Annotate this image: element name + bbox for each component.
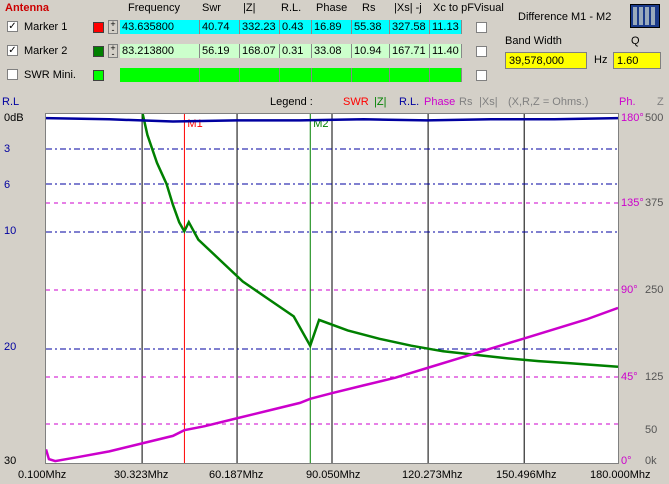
marker-2-frequency: 83.213800	[120, 44, 200, 58]
swr-mini-xc	[430, 68, 462, 82]
marker-1-color-swatch[interactable]	[93, 22, 104, 33]
marker-2-checkbox[interactable]: ✓	[7, 45, 18, 56]
marker-2-spinner[interactable]: + -	[108, 44, 118, 59]
col-z: |Z|	[243, 2, 256, 14]
marker-2-swr: 56.19	[200, 44, 240, 58]
q-field[interactable]: 1.60	[613, 52, 661, 69]
col-rs: Rs	[362, 2, 376, 14]
marker-1-xc: 11.13	[430, 20, 462, 34]
z-tick-375: 375	[645, 197, 664, 209]
rl-tick-4: 20	[4, 341, 17, 353]
marker-1-label: Marker 1	[24, 21, 68, 33]
marker-2-rs: 10.94	[352, 44, 390, 58]
legend-units: (X,R,Z = Ohms.)	[508, 96, 589, 108]
marker-1-xs: 327.58	[390, 20, 430, 34]
x-tick-0: 0.100Mhz	[18, 469, 67, 481]
swr-mini-label: SWR Mini.	[24, 69, 76, 81]
series-rl-line	[46, 116, 618, 123]
x-tick-4: 120.273Mhz	[402, 469, 463, 481]
difference-title: Difference M1 - M2	[518, 11, 612, 23]
z-tick-125: 125	[645, 371, 664, 383]
marker-1-rs: 55.38	[352, 20, 390, 34]
hz-label: Hz	[594, 54, 608, 66]
swr-mini-visual-checkbox[interactable]	[476, 70, 487, 81]
x-tick-3: 90.050Mhz	[306, 469, 361, 481]
col-xc: Xc to pF	[433, 2, 474, 14]
z-tick-50: 50	[645, 424, 658, 436]
rl-tick-5: 30	[4, 455, 17, 467]
q-label: Q	[631, 35, 640, 47]
swr-mini-phase	[312, 68, 352, 82]
col-phase: Phase	[316, 2, 348, 14]
swr-mini-checkbox[interactable]	[7, 69, 18, 80]
marker-1-spinner[interactable]: + -	[108, 20, 118, 35]
marker-1-rl: 0.43	[280, 20, 312, 34]
legend-swr: SWR	[343, 96, 369, 108]
legend-phase: Phase	[424, 96, 456, 108]
phase-tick-0: 0°	[621, 455, 632, 467]
marker-1-frequency: 43.635800	[120, 20, 200, 34]
rl-tick-3: 10	[4, 225, 17, 237]
marker-2-xc: 11.40	[430, 44, 462, 58]
marker-2-label: Marker 2	[24, 45, 68, 57]
rl-axis-title: R.L	[2, 96, 20, 108]
chart-area: M1 M2	[45, 113, 619, 464]
marker-1-checkbox[interactable]: ✓	[7, 21, 18, 32]
x-tick-2: 60.187Mhz	[209, 469, 264, 481]
legend-label: Legend :	[270, 96, 313, 108]
phase-tick-180: 180°	[621, 112, 644, 124]
x-tick-5: 150.496Mhz	[496, 469, 557, 481]
legend-rs: Rs	[459, 96, 473, 108]
rl-tick-1: 3	[4, 143, 11, 155]
swr-mini-color-swatch[interactable]	[93, 70, 104, 81]
chart-svg: M1 M2	[46, 114, 618, 463]
z-tick-500: 500	[645, 112, 664, 124]
phase-tick-135: 135°	[621, 197, 644, 209]
calculator-icon	[633, 7, 657, 25]
marker-2-visual-checkbox[interactable]	[476, 46, 487, 57]
legend-rl: R.L.	[399, 96, 420, 108]
series-z-line	[141, 114, 618, 368]
phase-axis-title: Ph.	[619, 96, 636, 108]
col-rl: R.L.	[281, 2, 302, 14]
z-axis-title: Z	[657, 96, 664, 108]
difference-panel: Difference M1 - M2 Band Width Q 39,578,0…	[498, 2, 668, 88]
marker-2-z: 168.07	[240, 44, 280, 58]
x-tick-1: 30.323Mhz	[114, 469, 169, 481]
x-tick-6: 180.000Mhz	[590, 469, 651, 481]
z-tick-250: 250	[645, 284, 664, 296]
swr-mini-rs	[352, 68, 390, 82]
marker-1-swr: 40.74	[200, 20, 240, 34]
marker-2-color-swatch[interactable]	[93, 46, 104, 57]
marker-1-z: 332.23	[240, 20, 280, 34]
marker-2-phase: 33.08	[312, 44, 352, 58]
col-frequency: Frequency	[128, 2, 180, 14]
calculator-button[interactable]	[630, 4, 660, 28]
swr-mini-frequency	[120, 68, 200, 82]
z-tick-0k: 0k	[645, 455, 657, 467]
antenna-label: Antenna	[5, 2, 49, 14]
swr-mini-swr	[200, 68, 240, 82]
col-xs: |Xs| -j	[394, 2, 422, 14]
swr-mini-z	[240, 68, 280, 82]
swr-mini-rl	[280, 68, 312, 82]
swr-mini-xs	[390, 68, 430, 82]
marker-1-visual-checkbox[interactable]	[476, 22, 487, 33]
marker-2-xs: 167.71	[390, 44, 430, 58]
bandwidth-field[interactable]: 39,578,000	[505, 52, 587, 69]
legend-z: |Z|	[374, 96, 387, 108]
phase-tick-45: 45°	[621, 371, 638, 383]
bandwidth-label: Band Width	[505, 35, 562, 47]
rl-tick-2: 6	[4, 179, 11, 191]
col-swr: Swr	[202, 2, 221, 14]
marker-1-phase: 16.89	[312, 20, 352, 34]
phase-tick-90: 90°	[621, 284, 638, 296]
legend-xs: |Xs|	[479, 96, 498, 108]
rl-tick-0: 0dB	[4, 112, 24, 124]
marker-2-rl: 0.31	[280, 44, 312, 58]
